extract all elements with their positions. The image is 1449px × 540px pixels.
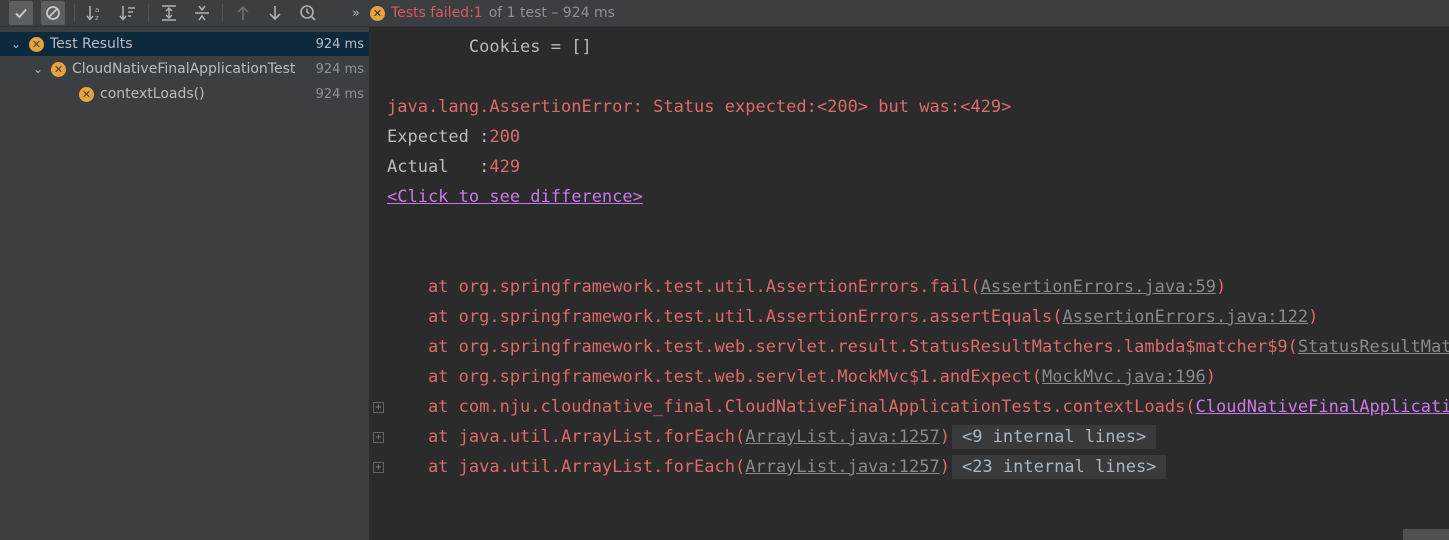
tree-item-test-method[interactable]: ✕ contextLoads() 924 ms xyxy=(0,82,369,106)
tree-item-test-class[interactable]: ⌄ ✕ CloudNativeFinalApplicationTest 924 … xyxy=(0,57,369,81)
status-failed-label: Tests failed: xyxy=(390,5,474,21)
stack-frame-tail: ) xyxy=(1308,307,1319,327)
stack-frame: at org.springframework.test.util.Asserti… xyxy=(387,276,1226,298)
console-line-actual: Actual :429 xyxy=(387,156,520,178)
sort-duration-icon xyxy=(119,6,135,21)
sort-alphabetically-button[interactable]: az xyxy=(83,1,107,25)
test-runner-toolbar: az » ✕ Tests failed: 1 of 1 test – 924 m… xyxy=(0,0,1449,27)
stack-frame-text: at java.util.ArrayList.forEach( xyxy=(387,427,746,447)
actual-label: Actual : xyxy=(387,157,490,177)
chevron-down-icon[interactable]: ⌄ xyxy=(9,37,23,51)
expand-fold-icon[interactable]: + xyxy=(373,462,384,473)
stack-frame: at com.nju.cloudnative_final.CloudNative… xyxy=(387,396,1449,418)
tree-item-label: CloudNativeFinalApplicationTest xyxy=(72,61,296,77)
more-icon[interactable]: » xyxy=(352,6,360,21)
stack-frame-text: at java.util.ArrayList.forEach( xyxy=(387,457,746,477)
stack-frame: at org.springframework.test.web.servlet.… xyxy=(387,366,1216,388)
tree-item-time: 924 ms xyxy=(315,86,364,102)
console-output[interactable]: Cookies = [] java.lang.AssertionError: S… xyxy=(371,27,1449,540)
failed-icon: ✕ xyxy=(29,36,44,52)
tree-item-time: 924 ms xyxy=(315,61,364,77)
stack-frame-link[interactable]: MockMvc.java:196 xyxy=(1042,367,1206,387)
stack-frame-link[interactable]: ArrayList.java:1257 xyxy=(745,427,939,447)
expand-all-icon xyxy=(162,5,176,21)
down-arrow-icon xyxy=(269,6,281,21)
horizontal-scrollbar-thumb[interactable] xyxy=(1403,529,1449,540)
sort-alpha-icon: az xyxy=(86,6,99,22)
folded-internal-lines[interactable]: <23 internal lines> xyxy=(951,455,1167,479)
stack-frame-link[interactable]: AssertionErrors.java:122 xyxy=(1063,307,1309,327)
stack-frame-link[interactable]: CloudNativeFinalApplicationTests.java:40 xyxy=(1196,397,1449,417)
click-to-see-difference-link[interactable]: <Click to see difference> xyxy=(387,187,643,207)
collapse-all-button[interactable] xyxy=(190,1,214,25)
toolbar-separator xyxy=(74,4,75,22)
tree-item-time: 924 ms xyxy=(315,36,364,52)
folded-internal-lines[interactable]: <9 internal lines> xyxy=(951,425,1157,449)
toolbar-separator xyxy=(148,4,149,22)
stack-frame-link[interactable]: StatusResultMatchers.java:627 xyxy=(1298,337,1449,357)
tree-item-label: contextLoads() xyxy=(100,86,205,102)
show-ignored-button[interactable] xyxy=(41,1,65,25)
console-line-diff: <Click to see difference> xyxy=(387,186,643,208)
stack-frame-tail: ) xyxy=(1205,367,1217,387)
up-arrow-icon xyxy=(237,5,249,20)
chevron-down-icon[interactable]: ⌄ xyxy=(31,62,45,76)
stack-frame-text: at org.springframework.test.web.servlet.… xyxy=(387,337,1298,357)
sort-by-duration-button[interactable] xyxy=(116,1,140,25)
expand-fold-icon[interactable]: + xyxy=(373,432,384,443)
svg-text:z: z xyxy=(95,14,99,22)
collapse-all-icon xyxy=(195,5,209,21)
next-failed-button[interactable] xyxy=(263,1,287,25)
stack-frame-link[interactable]: AssertionErrors.java:59 xyxy=(981,277,1216,297)
failed-icon: ✕ xyxy=(369,5,385,21)
stack-frame: at java.util.ArrayList.forEach(ArrayList… xyxy=(387,455,1167,479)
stack-frame-text: at org.springframework.test.util.Asserti… xyxy=(387,307,1063,327)
svg-text:a: a xyxy=(95,6,99,14)
stack-frame-text: at com.nju.cloudnative_final.CloudNative… xyxy=(387,397,1196,417)
stack-frame-tail: ) xyxy=(939,427,950,447)
tree-item-test-results[interactable]: ⌄ ✕ Test Results 924 ms xyxy=(0,32,369,56)
history-icon xyxy=(300,5,316,21)
stack-frame-tail: ) xyxy=(1216,277,1227,297)
test-history-button[interactable] xyxy=(296,1,320,25)
show-passed-button[interactable] xyxy=(9,1,33,25)
failed-icon: ✕ xyxy=(79,86,94,102)
expand-fold-icon[interactable]: + xyxy=(373,402,384,413)
stack-frame-text: at org.springframework.test.util.Asserti… xyxy=(387,277,981,297)
check-icon xyxy=(15,8,27,19)
expected-value: 200 xyxy=(489,127,521,147)
stack-frame-tail: ) xyxy=(939,457,950,477)
expand-all-button[interactable] xyxy=(157,1,181,25)
cancel-icon xyxy=(46,6,60,20)
console-line-assertion: java.lang.AssertionError: Status expecte… xyxy=(387,97,1012,117)
stack-frame: at org.springframework.test.web.servlet.… xyxy=(387,336,1449,358)
test-status: » ✕ Tests failed: 1 of 1 test – 924 ms xyxy=(352,0,615,26)
stack-frame-link[interactable]: ArrayList.java:1257 xyxy=(745,457,939,477)
test-results-tree: ⌄ ✕ Test Results 924 ms ⌄ ✕ CloudNativeF… xyxy=(0,27,370,540)
expected-label: Expected : xyxy=(387,127,490,147)
toolbar-separator xyxy=(222,4,223,22)
console-line-expected: Expected :200 xyxy=(387,126,520,148)
actual-value: 429 xyxy=(489,157,521,177)
status-failed-count: 1 xyxy=(473,5,483,21)
failed-icon: ✕ xyxy=(51,61,66,77)
previous-failed-button[interactable] xyxy=(231,1,255,25)
stack-frame: at org.springframework.test.util.Asserti… xyxy=(387,306,1318,328)
stack-frame: at java.util.ArrayList.forEach(ArrayList… xyxy=(387,425,1157,449)
status-summary: of 1 test – 924 ms xyxy=(488,5,615,21)
console-line-cookies: Cookies = [] xyxy=(387,37,592,57)
stack-frame-text: at org.springframework.test.web.servlet.… xyxy=(387,367,1043,387)
tree-item-label: Test Results xyxy=(50,36,133,52)
